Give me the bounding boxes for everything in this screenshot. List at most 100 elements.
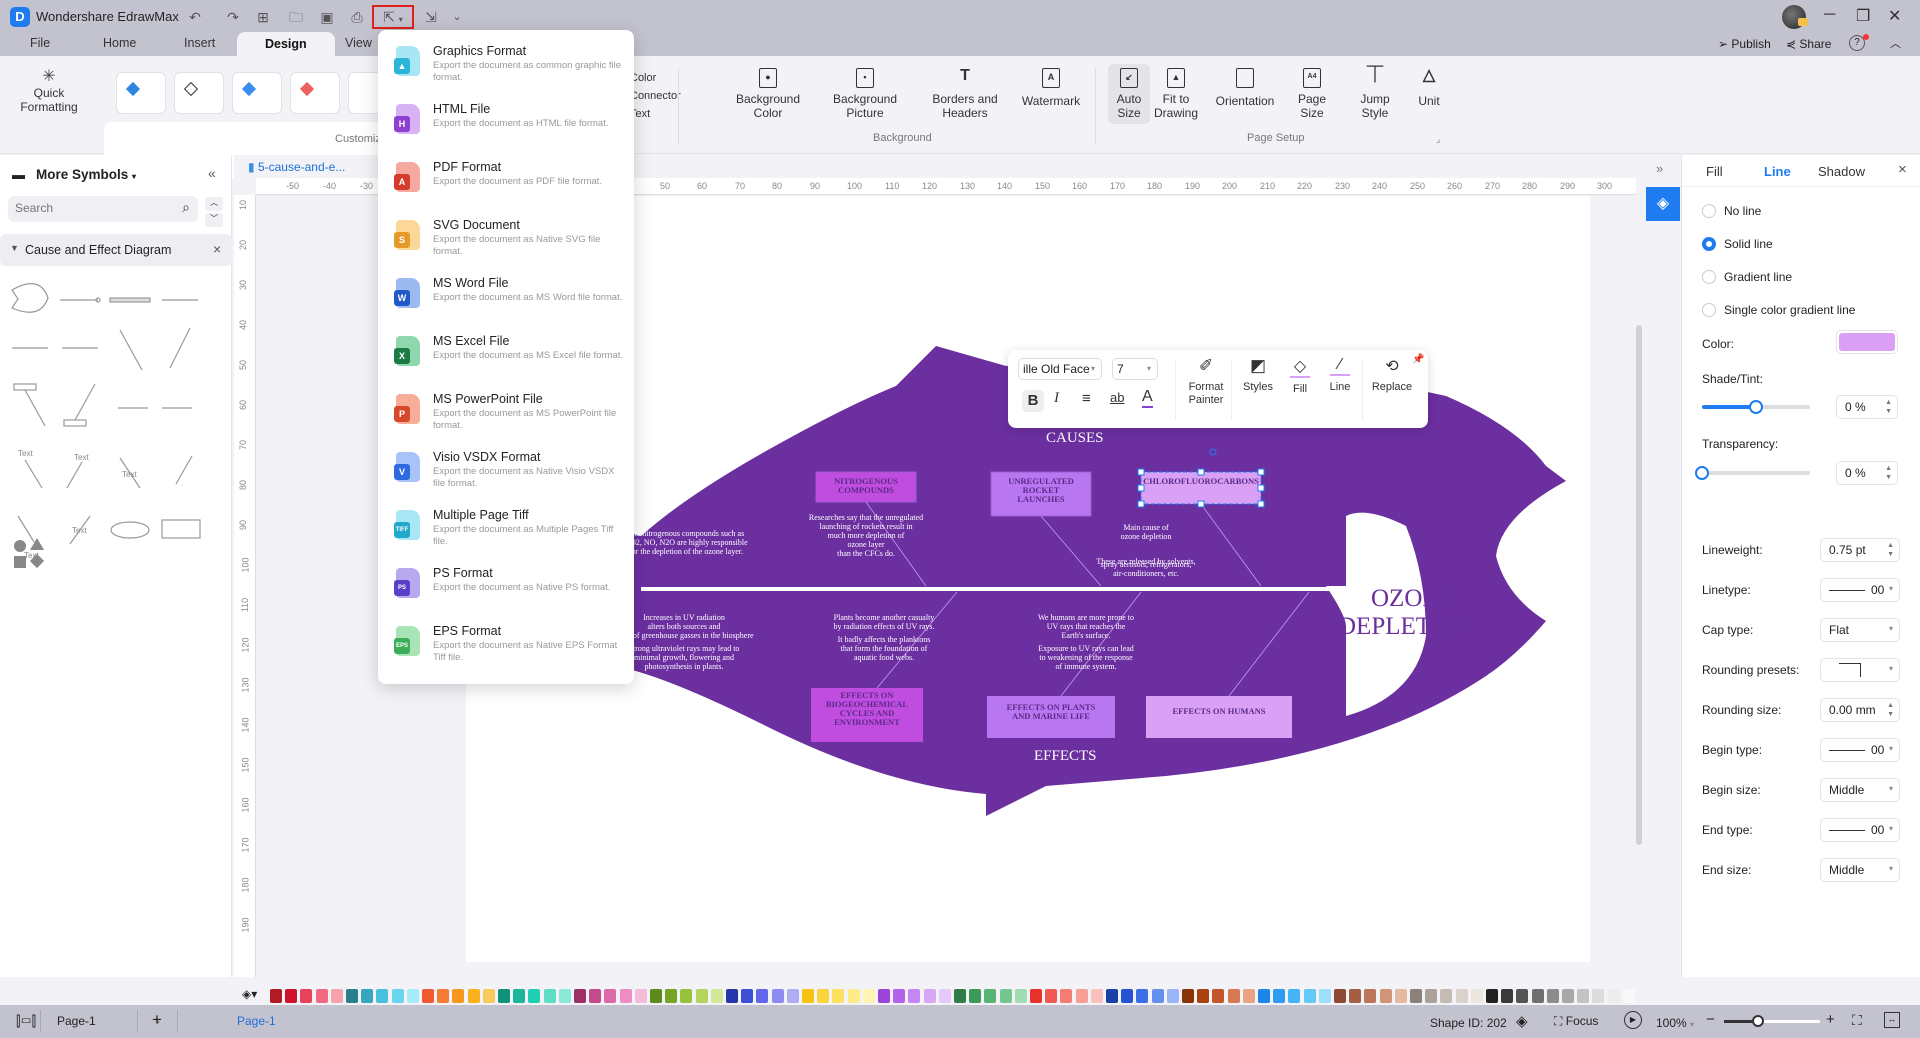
orientation-button[interactable]: Orientation	[1208, 68, 1282, 108]
radio-solid-line[interactable]	[1702, 237, 1716, 251]
watermark-button[interactable]: A Watermark	[1012, 68, 1090, 108]
share-button[interactable]: ⋞ Share	[1786, 37, 1831, 51]
color-swatch[interactable]	[984, 989, 997, 1003]
selection-handle[interactable]	[1257, 500, 1265, 508]
theme-style-3[interactable]	[232, 72, 282, 114]
color-swatch[interactable]	[1136, 989, 1149, 1003]
color-swatch[interactable]	[1106, 989, 1118, 1003]
export-item-ms-excel-file[interactable]: X MS Excel File Export the document as MS …	[378, 330, 634, 388]
effect-title[interactable]: AND MARINE LIFE	[1012, 711, 1090, 721]
symbol-search-input[interactable]: ⌕	[8, 196, 198, 222]
radio-no-line[interactable]	[1702, 204, 1716, 218]
color-swatch[interactable]	[1470, 989, 1483, 1003]
cap-type-field[interactable]: Flat ▾	[1820, 618, 1900, 642]
effect-note[interactable]: Earth's surface.	[1062, 631, 1111, 640]
zoom-slider[interactable]	[1724, 1015, 1820, 1027]
page-size-button[interactable]: A4 Page Size	[1290, 68, 1334, 120]
effect-box[interactable]	[1146, 696, 1292, 738]
borders-headers-button[interactable]: T Borders and Headers	[920, 68, 1010, 121]
begin-type-field[interactable]: 00 ▾	[1820, 738, 1900, 762]
color-swatch[interactable]	[847, 989, 860, 1003]
color-swatch[interactable]	[1258, 989, 1270, 1003]
theme-style-1[interactable]	[116, 72, 166, 114]
color-swatch[interactable]	[969, 989, 982, 1003]
color-swatch[interactable]	[908, 989, 921, 1003]
color-swatch[interactable]	[346, 989, 358, 1003]
color-swatch[interactable]	[270, 989, 282, 1003]
tab-fill[interactable]: Fill	[1706, 164, 1723, 179]
zoom-select[interactable]: 100% ▾	[1656, 1016, 1694, 1030]
color-swatch[interactable]	[1440, 989, 1453, 1003]
color-swatch[interactable]	[650, 989, 662, 1003]
background-color-button[interactable]: ● Background Color	[726, 68, 810, 120]
color-swatch[interactable]	[513, 989, 526, 1003]
color-swatch[interactable]	[574, 989, 586, 1003]
pin-icon[interactable]: 📌	[1412, 354, 1424, 365]
color-swatch[interactable]	[817, 989, 830, 1003]
cause-note[interactable]: for the depletion of the ozone layer.	[629, 547, 743, 556]
color-swatch[interactable]	[543, 989, 556, 1003]
color-swatch[interactable]	[893, 989, 906, 1003]
page-panel-icon[interactable]: ⫿▭⫿	[16, 1013, 36, 1030]
color-swatch[interactable]	[315, 989, 328, 1003]
transparency-slider-handle[interactable]	[1695, 466, 1709, 480]
export-pdf-icon[interactable]: ⇲	[420, 7, 442, 27]
close-category-icon[interactable]: ×	[213, 241, 221, 257]
add-page-button[interactable]: +	[152, 1010, 162, 1030]
rounding-presets-field[interactable]: ▾	[1820, 658, 1900, 682]
effect-note[interactable]: of immune system.	[1055, 662, 1116, 671]
color-swatch[interactable]	[1425, 989, 1438, 1003]
page-setup-dialog-launcher[interactable]: ⌟	[1436, 134, 1440, 145]
theme-style-2[interactable]	[174, 72, 224, 114]
color-dropdown[interactable]: Color	[630, 69, 681, 87]
scroll-down-icon[interactable]: ﹀	[205, 213, 223, 227]
color-swatch[interactable]	[1546, 989, 1559, 1003]
close-window-button[interactable]: ✕	[1888, 6, 1901, 26]
color-swatch[interactable]	[422, 989, 434, 1003]
effect-note[interactable]: We humans are more prone to	[1038, 613, 1134, 622]
document-tab[interactable]: ▮ 5-cause-and-e...	[248, 160, 345, 174]
begin-size-field[interactable]: Middle ▾	[1820, 778, 1900, 802]
color-swatch[interactable]	[528, 989, 541, 1003]
collapse-ribbon-icon[interactable]: ︿	[1890, 35, 1901, 51]
font-family-select[interactable]: ille Old Face ▾	[1018, 358, 1102, 380]
color-swatch[interactable]	[1045, 989, 1058, 1003]
color-swatch[interactable]	[1531, 989, 1544, 1003]
color-swatch[interactable]	[437, 989, 450, 1003]
bold-button[interactable]: B	[1022, 390, 1044, 412]
end-size-field[interactable]: Middle ▾	[1820, 858, 1900, 882]
fit-width-icon[interactable]: ↔	[1884, 1012, 1900, 1028]
color-swatch[interactable]	[756, 989, 769, 1003]
end-type-field[interactable]: 00 ▾	[1820, 818, 1900, 842]
color-swatch[interactable]	[1273, 989, 1286, 1003]
color-swatch[interactable]	[558, 989, 571, 1003]
vertical-scrollbar[interactable]	[1636, 325, 1642, 845]
color-swatch[interactable]	[832, 989, 845, 1003]
cause-title[interactable]: LAUNCHES	[1017, 494, 1065, 504]
color-swatch[interactable]	[1030, 989, 1042, 1003]
quick-formatting-button[interactable]: ✳ Quick Formatting	[16, 69, 82, 115]
selection-handle[interactable]	[1137, 468, 1145, 476]
color-swatch[interactable]	[680, 989, 693, 1003]
effect-note[interactable]: Exposure to UV rays can lead	[1038, 644, 1134, 653]
effect-note[interactable]: photosynthesis in plants.	[645, 662, 724, 671]
effect-note[interactable]: by radiation effects of UV rays.	[833, 622, 934, 631]
color-swatch[interactable]	[1197, 989, 1210, 1003]
color-swatch[interactable]	[604, 989, 617, 1003]
color-swatch[interactable]	[1455, 989, 1468, 1003]
color-swatch[interactable]	[300, 989, 313, 1003]
effect-note[interactable]: alters both sources and	[647, 622, 720, 631]
fill-button[interactable]: ◇ Fill	[1280, 356, 1320, 395]
rounding-size-field[interactable]: 0.00 mm ▲ ▼	[1820, 698, 1900, 722]
color-swatch[interactable]	[1349, 989, 1362, 1003]
color-swatch[interactable]	[619, 989, 632, 1003]
tab-design[interactable]: Design	[237, 32, 335, 56]
effect-note[interactable]: aquatic food webs.	[854, 653, 914, 662]
color-swatch[interactable]	[726, 989, 738, 1003]
fit-to-drawing-button[interactable]: ▲ Fit to Drawing	[1152, 68, 1200, 120]
theme-style-4[interactable]	[290, 72, 340, 114]
effect-note[interactable]: to weakening of the response	[1039, 653, 1133, 662]
color-swatch[interactable]	[1151, 989, 1164, 1003]
effect-note[interactable]: Increases in UV radiation	[643, 613, 725, 622]
cause-note[interactable]: much more depletion of	[828, 531, 905, 540]
